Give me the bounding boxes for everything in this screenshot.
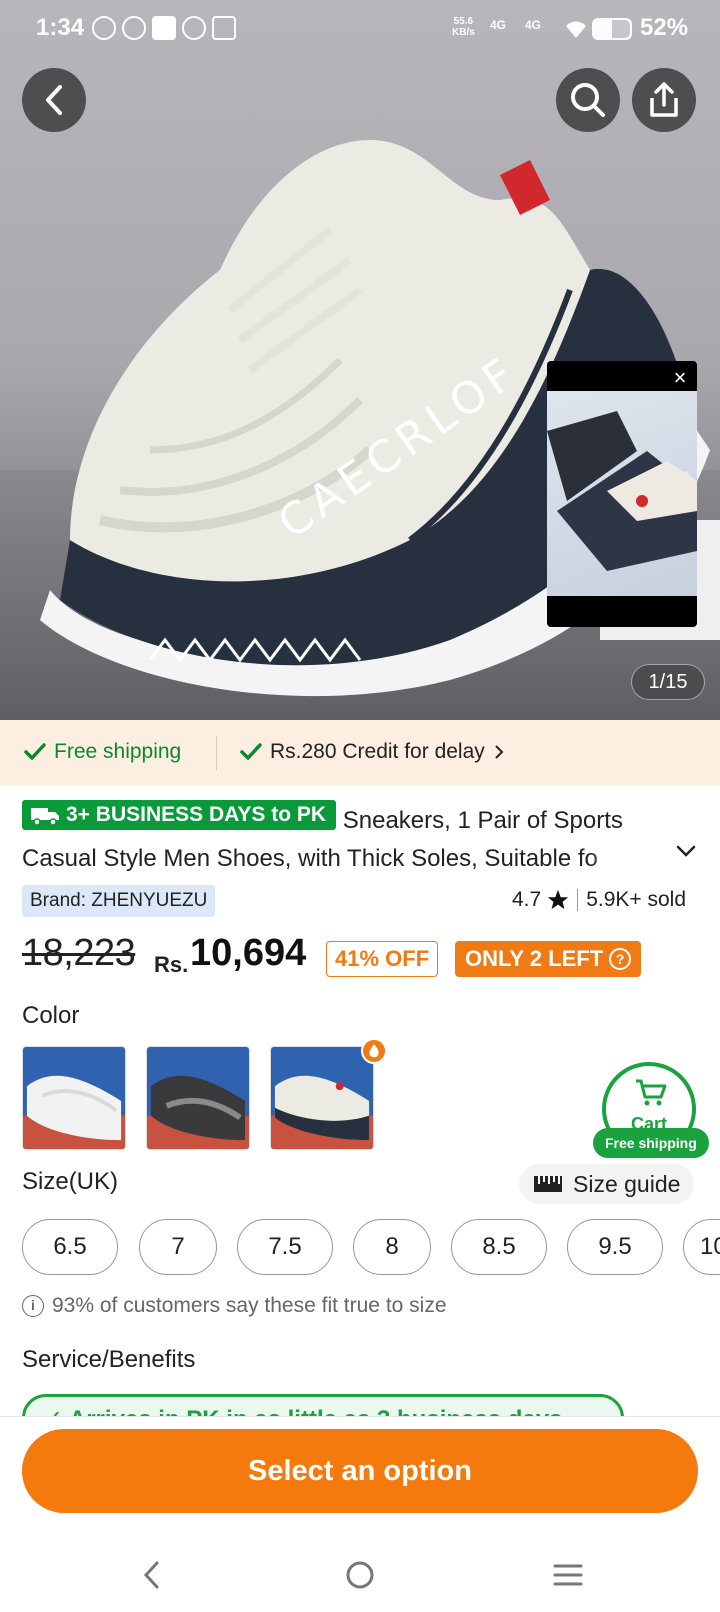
rating-summary[interactable]: 4.7 5.9K+ sold <box>512 888 686 912</box>
back-button[interactable] <box>22 68 86 132</box>
color-option-white[interactable] <box>22 1046 126 1150</box>
net-speed: 55.6 KB/s <box>452 16 475 38</box>
nav-back-button[interactable] <box>122 1550 182 1600</box>
share-button[interactable] <box>632 68 696 132</box>
search-button[interactable] <box>556 68 620 132</box>
size-option[interactable]: 9.5 <box>567 1219 663 1275</box>
nav-recents-button[interactable] <box>538 1550 598 1600</box>
status-bar: 1:34 55.6 KB/s 4G 4G 52% <box>0 0 720 60</box>
ruler-icon <box>534 1176 562 1192</box>
video-thumbnail <box>547 391 697 596</box>
signal-1: 4G <box>490 18 507 32</box>
title-line-1: Sneakers, 1 Pair of Sports <box>342 807 623 834</box>
divider <box>216 736 217 770</box>
color-option-black[interactable] <box>146 1046 250 1150</box>
rating-value: 4.7 <box>512 888 542 911</box>
cart-icon <box>636 1079 667 1106</box>
chevron-down-icon[interactable] <box>674 842 698 862</box>
divider <box>577 889 579 911</box>
product-page: CAECRLOF 1:34 55.6 KB/s 4G 4G 52% × 1/15… <box>0 0 720 1612</box>
status-time: 1:34 <box>36 14 85 41</box>
notification-icons <box>92 16 236 40</box>
whatsapp-icon <box>92 16 116 40</box>
info-icon: i <box>22 1295 44 1317</box>
search-icon <box>571 83 605 117</box>
close-icon[interactable]: × <box>667 365 693 391</box>
price-row: 18,223 Rs. 10,694 41% OFF ONLY 2 LEFT ? <box>22 930 712 980</box>
image-counter: 1/15 <box>631 664 705 700</box>
cart-free-shipping-badge: Free shipping <box>593 1128 709 1158</box>
shipping-strip[interactable]: Free shipping Rs.280 Credit for delay <box>0 720 720 786</box>
size-option[interactable]: 8 <box>353 1219 431 1275</box>
nav-back-icon <box>143 1561 159 1589</box>
size-option[interactable]: 10 <box>683 1219 720 1275</box>
currency-label: Rs. <box>154 952 189 977</box>
color-option-navy[interactable] <box>270 1046 374 1150</box>
size-guide-button[interactable]: Size guide <box>519 1164 695 1204</box>
size-label: Size(UK) <box>22 1168 119 1195</box>
gmail-icon <box>212 16 236 40</box>
signal-2: 4G <box>525 18 542 32</box>
free-shipping-item[interactable]: Free shipping <box>24 740 181 764</box>
flame-icon <box>361 1038 387 1064</box>
star-icon <box>548 889 569 910</box>
help-icon: ? <box>609 948 632 970</box>
chevron-right-icon <box>495 745 504 759</box>
free-shipping-label: Free shipping <box>54 740 182 763</box>
whatsapp-business-icon <box>182 16 206 40</box>
product-gallery[interactable]: CAECRLOF 1:34 55.6 KB/s 4G 4G 52% × 1/15 <box>0 0 720 720</box>
system-nav-bar <box>0 1540 720 1612</box>
original-price: 18,223 <box>22 932 136 974</box>
size-option[interactable]: 7 <box>139 1219 217 1275</box>
size-option[interactable]: 6.5 <box>22 1219 118 1275</box>
check-icon <box>240 743 262 760</box>
brand-tag[interactable]: Brand: ZHENYUEZU <box>22 885 216 917</box>
current-price: 10,694 <box>190 932 307 974</box>
delay-credit-item[interactable]: Rs.280 Credit for delay <box>240 740 505 764</box>
battery-icon <box>592 18 632 40</box>
delay-credit-label: Rs.280 Credit for delay <box>270 740 485 763</box>
size-option[interactable]: 8.5 <box>451 1219 547 1275</box>
nav-home-button[interactable] <box>330 1550 390 1600</box>
product-title[interactable]: 3+ BUSINESS DAYS to PK Sneakers, 1 Pair … <box>22 800 702 878</box>
select-option-button[interactable]: Select an option <box>22 1429 698 1513</box>
size-option[interactable]: 7.5 <box>237 1219 333 1275</box>
wifi-icon <box>566 21 586 38</box>
fit-note: i 93% of customers say these fit true to… <box>22 1294 447 1318</box>
sold-count: 5.9K+ sold <box>586 888 687 911</box>
color-label: Color <box>22 1002 80 1029</box>
service-label: Service/Benefits <box>22 1346 196 1373</box>
delivery-days-badge: 3+ BUSINESS DAYS to PK <box>22 800 337 830</box>
facebook-icon <box>122 16 146 40</box>
battery-percent: 52% <box>640 14 689 41</box>
check-icon <box>24 743 46 760</box>
nav-menu-icon <box>553 1564 583 1586</box>
v-app-icon <box>152 16 176 40</box>
mini-video-player[interactable]: × <box>547 361 697 627</box>
share-icon <box>650 82 678 117</box>
chevron-left-icon <box>46 85 62 115</box>
nav-home-icon <box>346 1561 374 1589</box>
title-line-2: Casual Style Men Shoes, with Thick Soles… <box>22 845 598 872</box>
discount-badge: 41% OFF <box>326 941 439 977</box>
size-options: 6.5 7 7.5 8 8.5 9.5 10 <box>22 1218 720 1276</box>
stock-badge[interactable]: ONLY 2 LEFT ? <box>455 941 642 977</box>
truck-icon <box>31 808 59 826</box>
